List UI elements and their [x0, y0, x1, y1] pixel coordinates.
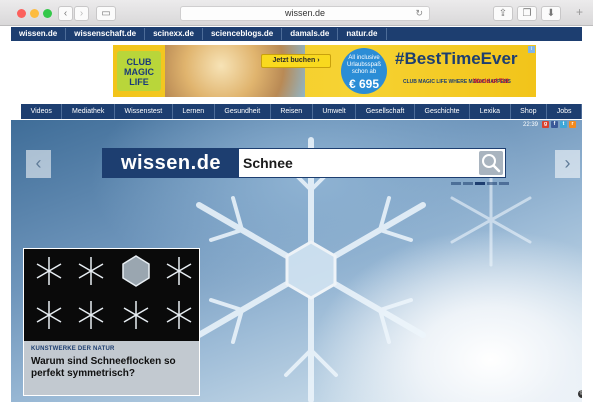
ad-logo: CLUB MAGIC LIFE — [117, 51, 161, 91]
search-button[interactable] — [479, 151, 503, 175]
partner-link-wissenschaft[interactable]: wissenschaft.de — [66, 28, 146, 40]
copyright-icon: © — [578, 390, 582, 398]
carousel-dot[interactable] — [463, 182, 473, 185]
teaser-caption: KUNSTWERKE DER NATUR Warum sind Schneefl… — [24, 341, 199, 395]
ad-info-icon[interactable]: i — [528, 46, 535, 53]
ad-brand: World of TUI — [473, 79, 509, 85]
partner-link-scinexx[interactable]: scinexx.de — [145, 28, 203, 40]
nav-videos[interactable]: Videos — [21, 104, 63, 119]
sidebar-icon[interactable]: ▭ — [96, 6, 116, 21]
nav-gesundheit[interactable]: Gesundheit — [215, 104, 271, 119]
nav-shop[interactable]: Shop — [511, 104, 548, 119]
carousel-next-button[interactable]: › — [555, 150, 580, 178]
nav-lernen[interactable]: Lernen — [173, 104, 215, 119]
carousel-dot[interactable] — [499, 182, 509, 185]
hero-area: 22:39 g f t r ‹ › wissen.de Schnee KUNST… — [11, 120, 582, 402]
social-rss-icon[interactable]: r — [569, 121, 576, 128]
site-logo[interactable]: wissen.de — [103, 149, 239, 177]
ad-badge-price: € 695 — [348, 77, 380, 91]
ad-badge-text: All inclusive Urlaubsspaß schon ab — [346, 55, 381, 75]
social-row: 22:39 g f t r — [523, 121, 576, 128]
search-icon — [482, 154, 501, 173]
partner-link-scienceblogs[interactable]: scienceblogs.de — [203, 28, 283, 40]
nav-lexika[interactable]: Lexika — [470, 104, 511, 119]
back-icon[interactable]: ‹ — [58, 6, 73, 21]
reload-icon[interactable]: ↻ — [415, 7, 423, 20]
ad-book-button[interactable]: Jetzt buchen › — [261, 54, 331, 68]
carousel-dot[interactable] — [487, 182, 497, 185]
carousel-dot[interactable] — [451, 182, 461, 185]
nav-jobs[interactable]: Jobs — [547, 104, 583, 119]
social-facebook-icon[interactable]: f — [551, 121, 558, 128]
zoom-window-button[interactable] — [43, 9, 52, 18]
minimize-window-button[interactable] — [30, 9, 39, 18]
nav-mediathek[interactable]: Mediathek — [62, 104, 115, 119]
search-input[interactable] — [243, 152, 475, 174]
forward-icon[interactable]: › — [74, 6, 89, 21]
social-twitter-icon[interactable]: t — [560, 121, 567, 128]
nav-gesellschaft[interactable]: Gesellschaft — [356, 104, 415, 119]
close-window-button[interactable] — [17, 9, 26, 18]
carousel-prev-button[interactable]: ‹ — [26, 150, 51, 178]
nav-umwelt[interactable]: Umwelt — [313, 104, 357, 119]
partner-link-natur[interactable]: natur.de — [338, 28, 387, 40]
main-nav: Videos Mediathek Wissenstest Lernen Gesu… — [21, 104, 583, 119]
address-url: wissen.de — [284, 8, 326, 18]
download-icon[interactable]: ⬇ — [541, 6, 561, 21]
carousel-dot-active[interactable] — [475, 182, 485, 185]
ad-price-badge: All inclusive Urlaubsspaß schon ab € 695 — [341, 48, 387, 94]
nav-reisen[interactable]: Reisen — [271, 104, 313, 119]
clock: 22:39 — [522, 121, 538, 128]
teaser-image — [24, 249, 199, 341]
share-icon[interactable]: ⇪ — [493, 6, 513, 21]
search-bar: wissen.de — [102, 148, 506, 178]
teaser-kicker: KUNSTWERKE DER NATUR — [31, 346, 115, 352]
address-bar[interactable]: wissen.de ↻ — [180, 6, 430, 21]
ad-hashtag: #BestTimeEver — [395, 49, 518, 68]
new-tab-button[interactable]: + — [571, 6, 588, 21]
ad-banner[interactable]: CLUB MAGIC LIFE Jetzt buchen › All inclu… — [113, 45, 536, 97]
main-nav-wrapper: Videos Mediathek Wissenstest Lernen Gesu… — [11, 101, 583, 120]
browser-toolbar: ‹ › ▭ wissen.de ↻ ⇪ ❐ ⬇ + — [0, 0, 593, 26]
tabs-icon[interactable]: ❐ — [517, 6, 537, 21]
partner-link-wissen[interactable]: wissen.de — [11, 28, 67, 40]
teaser-title[interactable]: Warum sind Schneeflocken so perfekt symm… — [31, 356, 194, 380]
partner-link-damals[interactable]: damals.de — [282, 28, 339, 40]
nav-wissenstest[interactable]: Wissenstest — [115, 104, 173, 119]
nav-geschichte[interactable]: Geschichte — [415, 104, 471, 119]
partner-bar: wissen.de wissenschaft.de scinexx.de sci… — [11, 27, 582, 41]
social-google-icon[interactable]: g — [542, 121, 549, 128]
ad-photo — [165, 45, 305, 97]
carousel-indicators — [451, 182, 509, 185]
article-teaser[interactable]: KUNSTWERKE DER NATUR Warum sind Schneefl… — [23, 248, 200, 396]
